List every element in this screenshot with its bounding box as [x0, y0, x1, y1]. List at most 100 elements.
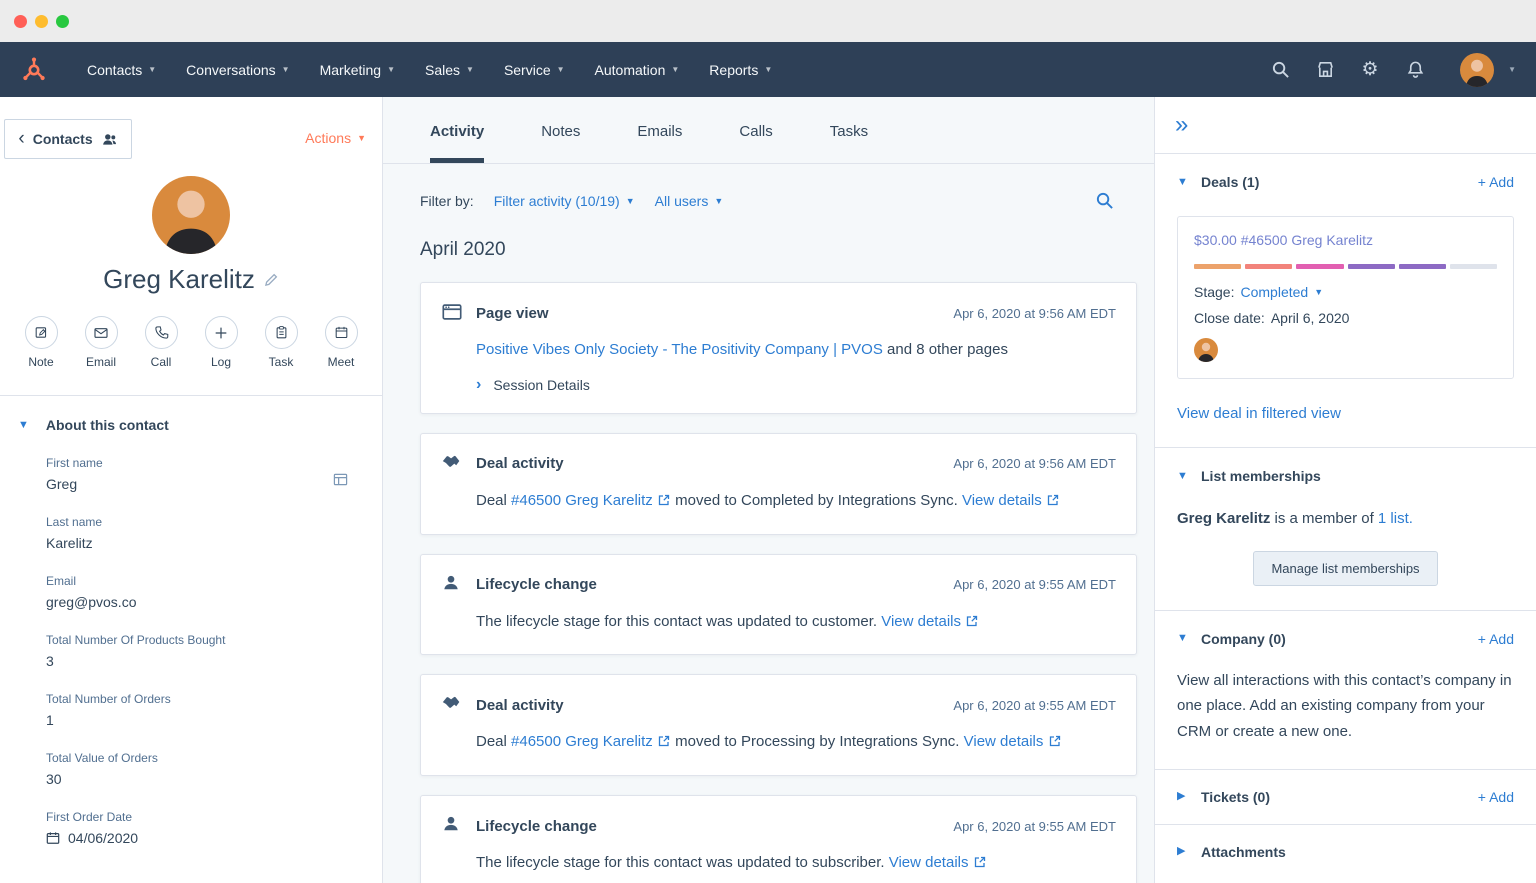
nav-item-label: Conversations	[186, 62, 276, 78]
tab-calls[interactable]: Calls	[739, 123, 772, 163]
deal-title-link[interactable]: $30.00 #46500 Greg Karelitz	[1194, 232, 1373, 248]
activity-timestamp: Apr 6, 2020 at 9:56 AM EDT	[953, 456, 1116, 471]
nav-item-sales[interactable]: Sales▼	[410, 42, 489, 97]
view-details-link[interactable]: View details	[889, 854, 969, 871]
marketplace-icon[interactable]	[1315, 60, 1335, 80]
member-name: Greg Karelitz	[1177, 510, 1270, 527]
page-link[interactable]: Positive Vibes Only Society - The Positi…	[476, 341, 883, 358]
activity-body: Deal #46500 Greg Karelitz moved to Proce…	[476, 730, 1116, 755]
deals-section: ▼ Deals (1) + Add $30.00 #46500 Greg Kar…	[1155, 154, 1536, 448]
tab-activity[interactable]: Activity	[430, 123, 484, 163]
search-icon[interactable]	[1270, 60, 1290, 80]
property-value[interactable]: greg@pvos.co	[46, 594, 358, 610]
note-button[interactable]: Note	[18, 316, 65, 369]
view-details-link[interactable]: View details	[964, 733, 1044, 750]
activity-title: Deal activity	[476, 697, 564, 714]
nav-item-conversations[interactable]: Conversations▼	[171, 42, 304, 97]
tab-notes[interactable]: Notes	[541, 123, 580, 163]
email-button[interactable]: Email	[78, 316, 125, 369]
close-window-button[interactable]	[14, 15, 27, 28]
contact-avatar[interactable]	[152, 176, 230, 254]
card-header: Lifecycle change Apr 6, 2020 at 9:55 AM …	[441, 573, 1116, 597]
nav-item-service[interactable]: Service▼	[489, 42, 580, 97]
meet-button[interactable]: Meet	[318, 316, 365, 369]
notifications-bell-icon[interactable]	[1405, 60, 1425, 80]
back-to-contacts-button[interactable]: ‹ Contacts	[4, 119, 132, 159]
chevron-down-icon[interactable]: ▼	[1177, 633, 1190, 644]
external-link-icon[interactable]	[658, 494, 670, 506]
sidebar-collapse-bar: »	[1155, 97, 1536, 154]
add-ticket-button[interactable]: + Add	[1478, 789, 1514, 805]
property-value[interactable]: 1	[46, 712, 358, 728]
external-link-icon[interactable]	[966, 615, 978, 627]
property-value[interactable]: 30	[46, 771, 358, 787]
about-section-header[interactable]: ▼ About this contact	[18, 417, 358, 433]
session-details-toggle[interactable]: › Session Details	[476, 377, 1116, 393]
handshake-icon	[441, 693, 465, 717]
tab-tasks[interactable]: Tasks	[830, 123, 868, 163]
deal-link[interactable]: #46500 Greg Karelitz	[511, 492, 653, 509]
list-count-link[interactable]: 1 list.	[1378, 510, 1413, 527]
add-deal-button[interactable]: + Add	[1478, 174, 1514, 190]
collapse-sidebar-icon[interactable]: »	[1175, 113, 1188, 137]
call-button[interactable]: Call	[138, 316, 185, 369]
property-label: Total Number of Orders	[46, 692, 358, 706]
filter-users-dropdown[interactable]: All users ▼	[655, 193, 724, 209]
stage-segment	[1245, 264, 1292, 269]
view-deal-filtered-link[interactable]: View deal in filtered view	[1177, 405, 1341, 422]
external-link-icon[interactable]	[1047, 494, 1059, 506]
property-value[interactable]: 04/06/2020	[46, 830, 358, 846]
log-button[interactable]: Log	[198, 316, 245, 369]
nav-item-automation[interactable]: Automation▼	[580, 42, 695, 97]
activity-card-lifecycle: Lifecycle change Apr 6, 2020 at 9:55 AM …	[420, 795, 1137, 883]
account-menu[interactable]: ▼	[1460, 53, 1516, 87]
edit-name-pencil-icon[interactable]	[264, 272, 279, 287]
external-link-icon[interactable]	[658, 735, 670, 747]
actions-dropdown[interactable]: Actions ▼	[305, 130, 366, 146]
task-button[interactable]: Task	[258, 316, 305, 369]
chevron-right-icon[interactable]: ▶	[1177, 846, 1190, 857]
minimize-window-button[interactable]	[35, 15, 48, 28]
stage-segment	[1348, 264, 1395, 269]
note-label: Note	[18, 355, 65, 369]
zoom-window-button[interactable]	[56, 15, 69, 28]
nav-item-marketing[interactable]: Marketing▼	[305, 42, 410, 97]
tab-emails[interactable]: Emails	[637, 123, 682, 163]
note-icon	[25, 316, 58, 349]
property-details-icon[interactable]	[333, 472, 348, 487]
lifecycle-text: The lifecycle stage for this contact was…	[476, 854, 885, 871]
nav-item-reports[interactable]: Reports▼	[694, 42, 787, 97]
external-link-icon[interactable]	[974, 856, 986, 868]
chevron-down-icon[interactable]: ▼	[1177, 471, 1190, 482]
task-label: Task	[258, 355, 305, 369]
call-icon	[145, 316, 178, 349]
search-activities-icon[interactable]	[1095, 191, 1114, 210]
property-value[interactable]: Greg	[46, 476, 358, 492]
view-details-link[interactable]: View details	[881, 613, 961, 630]
chevron-right-icon[interactable]: ▶	[1177, 791, 1190, 802]
deal-link[interactable]: #46500 Greg Karelitz	[511, 733, 653, 750]
add-company-button[interactable]: + Add	[1478, 631, 1514, 647]
view-details-link[interactable]: View details	[962, 492, 1042, 509]
chevron-down-icon: ▼	[671, 65, 679, 74]
manage-list-memberships-button[interactable]: Manage list memberships	[1253, 551, 1437, 586]
settings-gear-icon[interactable]: ⚙	[1360, 60, 1380, 80]
activity-card-page-view: Page view Apr 6, 2020 at 9:56 AM EDT Pos…	[420, 282, 1137, 414]
stage-dropdown[interactable]: Completed ▼	[1240, 284, 1323, 300]
deals-section-header: ▼ Deals (1) + Add	[1177, 174, 1514, 190]
call-label: Call	[138, 355, 185, 369]
stage-segment	[1194, 264, 1241, 269]
email-icon	[85, 316, 118, 349]
close-date-value: April 6, 2020	[1271, 310, 1350, 326]
hubspot-logo-icon[interactable]	[20, 56, 48, 84]
property-value[interactable]: 3	[46, 653, 358, 669]
company-section-header: ▼ Company (0) + Add	[1177, 631, 1514, 647]
contacts-icon	[101, 131, 118, 148]
chevron-down-icon[interactable]: ▼	[1177, 177, 1190, 188]
external-link-icon[interactable]	[1049, 735, 1061, 747]
calendar-icon	[325, 316, 358, 349]
deal-owner-avatar[interactable]	[1194, 338, 1218, 362]
nav-item-contacts[interactable]: Contacts▼	[72, 42, 171, 97]
property-value[interactable]: Karelitz	[46, 535, 358, 551]
filter-activity-dropdown[interactable]: Filter activity (10/19) ▼	[494, 193, 635, 209]
